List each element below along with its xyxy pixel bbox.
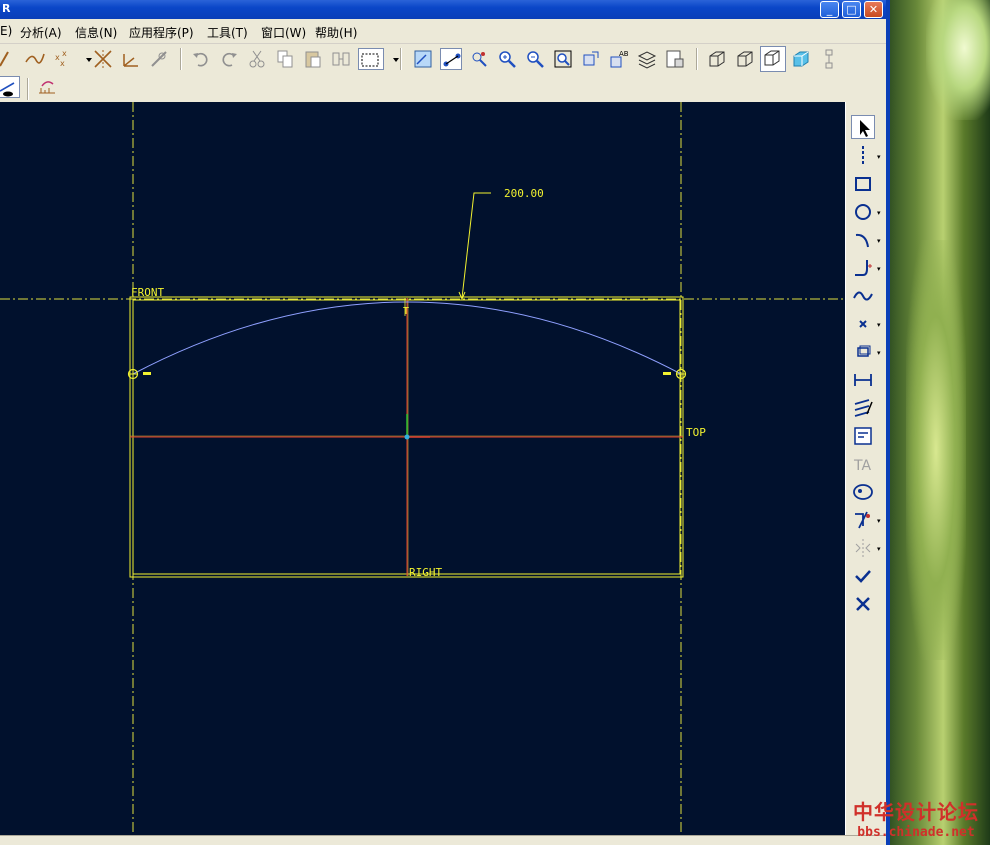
dimension-leader — [461, 192, 491, 299]
selection-filter-icon[interactable] — [358, 48, 384, 70]
use-edge-icon[interactable] — [851, 340, 875, 364]
paste-special-icon[interactable] — [330, 48, 352, 70]
menu-applications[interactable]: 应用程序(P) — [129, 24, 194, 41]
cancel-x-icon[interactable] — [851, 592, 875, 616]
dimension-tool-icon[interactable] — [851, 368, 875, 392]
window-border — [886, 0, 890, 845]
wallpaper-leaf — [926, 0, 990, 120]
fillet-dropdown-icon[interactable]: ▾ — [877, 266, 883, 273]
zoom-out-icon[interactable] — [524, 48, 546, 70]
display-vertices-icon[interactable] — [468, 48, 490, 70]
watermark: 中华设计论坛 bbs.chinade.net — [846, 796, 986, 842]
sketch-setup-icon[interactable] — [36, 76, 58, 98]
toolbar-separator — [27, 78, 29, 100]
datum-top-label: TOP — [686, 426, 706, 439]
app-window: R _ □ ✕ E) 分析(A) 信息(N) 应用程序(P) 工具(T) 窗口(… — [0, 0, 990, 845]
watermark-site-name: 中华设计论坛 — [853, 800, 979, 824]
sketch-arc-icon[interactable] — [851, 228, 875, 252]
sketch-spline-icon[interactable] — [851, 284, 875, 308]
arc-dropdown-icon[interactable]: ▾ — [877, 238, 883, 245]
sketch-point-icon[interactable] — [851, 312, 875, 336]
sketch-rectangle-icon[interactable] — [851, 172, 875, 196]
menu-edit-fragment[interactable]: E) — [0, 24, 12, 38]
sketch-circle-icon[interactable] — [851, 200, 875, 224]
svg-text:TA: TA — [853, 458, 871, 474]
layers-icon[interactable] — [636, 48, 658, 70]
circle-dropdown-icon[interactable]: ▾ — [877, 210, 883, 217]
menu-window[interactable]: 窗口(W) — [261, 24, 306, 41]
line-dropdown-icon[interactable]: ▾ — [877, 154, 883, 161]
palette-tool-icon[interactable] — [851, 480, 875, 504]
datum-front-label: FRONT — [131, 286, 165, 299]
reorient-icon[interactable] — [580, 48, 602, 70]
sketch-fillet-icon[interactable] — [851, 256, 875, 280]
hidden-line-icon[interactable] — [734, 48, 756, 70]
axis-tool-icon[interactable] — [92, 48, 114, 70]
constraint-mark-right — [663, 372, 671, 375]
csys-tool-icon[interactable] — [120, 48, 142, 70]
spline-tool-icon[interactable] — [24, 48, 46, 70]
edge-dropdown-icon[interactable]: ▾ — [877, 350, 883, 357]
window-title: R — [2, 2, 11, 15]
shading-icon[interactable] — [790, 48, 812, 70]
tangent-constraint-label: T — [403, 306, 410, 317]
svg-text:x: x — [60, 59, 65, 68]
undo-icon[interactable] — [190, 48, 212, 70]
copy-icon[interactable] — [274, 48, 296, 70]
point-dropdown-icon[interactable]: ▾ — [877, 322, 883, 329]
toolbar-separator — [400, 48, 402, 70]
minimize-button[interactable]: _ — [820, 1, 839, 18]
line-tool-icon[interactable] — [0, 48, 18, 70]
graphics-area[interactable]: 200.00 FRONT TOP RIGHT T — [0, 102, 845, 835]
selection-dropdown-icon[interactable] — [385, 52, 399, 74]
trim-tool-icon[interactable] — [851, 508, 875, 532]
point-dropdown-icon[interactable] — [78, 52, 92, 74]
display-constraints-icon[interactable] — [440, 48, 462, 70]
wireframe-icon[interactable] — [706, 48, 728, 70]
main-toolbar: xxx AB — [0, 44, 886, 102]
point-tool-icon[interactable]: xxx — [52, 48, 74, 70]
menu-help[interactable]: 帮助(H) — [315, 24, 357, 41]
menu-analysis[interactable]: 分析(A) — [20, 24, 62, 41]
refit-icon[interactable] — [552, 48, 574, 70]
close-button[interactable]: ✕ — [864, 1, 883, 18]
done-checkmark-icon[interactable] — [851, 564, 875, 588]
constraint-tool-icon[interactable] — [851, 424, 875, 448]
model-tree-icon[interactable] — [664, 48, 686, 70]
paste-icon[interactable] — [302, 48, 324, 70]
maximize-button[interactable]: □ — [842, 1, 861, 18]
origin-point — [404, 434, 410, 440]
menu-tools[interactable]: 工具(T) — [207, 24, 248, 41]
menu-bar: E) 分析(A) 信息(N) 应用程序(P) 工具(T) 窗口(W) 帮助(H) — [0, 19, 886, 44]
datum-right-label: RIGHT — [409, 566, 443, 579]
redo-icon[interactable] — [218, 48, 240, 70]
constraint-mark-left — [143, 372, 151, 375]
mirror-tool-icon[interactable] — [851, 536, 875, 560]
status-bar — [0, 835, 886, 845]
wallpaper-leaf — [906, 240, 966, 660]
svg-text:x: x — [62, 49, 67, 58]
no-hidden-icon[interactable] — [760, 46, 786, 72]
zoom-in-icon[interactable] — [496, 48, 518, 70]
sketch-view-icon[interactable] — [412, 48, 434, 70]
dimension-label[interactable]: 200.00 — [504, 187, 544, 200]
sketcher-display-icon[interactable] — [0, 76, 20, 98]
menu-info[interactable]: 信息(N) — [75, 24, 117, 41]
display-datum-icon[interactable] — [818, 48, 840, 70]
title-bar: R _ □ ✕ — [0, 0, 886, 19]
cut-icon[interactable] — [246, 48, 268, 70]
text-tool-icon[interactable]: TA — [851, 452, 875, 476]
desktop-wallpaper — [886, 0, 990, 845]
saved-views-icon[interactable]: AB — [608, 48, 630, 70]
trim-dropdown-icon[interactable]: ▾ — [877, 518, 883, 525]
sketch-line-icon[interactable] — [851, 144, 875, 168]
modify-tool-icon[interactable] — [851, 396, 875, 420]
toolbar-separator — [180, 48, 182, 70]
mirror-dropdown-icon[interactable]: ▾ — [877, 546, 883, 553]
select-arrow-icon[interactable] — [851, 115, 875, 139]
watermark-url: bbs.chinade.net — [857, 825, 975, 840]
toolbar-separator — [696, 48, 698, 70]
datum-curve-icon[interactable] — [148, 48, 170, 70]
sketcher-toolbar: ▾ ▾ ▾ ▾ ▾ ▾ TA ▾ ▾ — [845, 102, 886, 835]
